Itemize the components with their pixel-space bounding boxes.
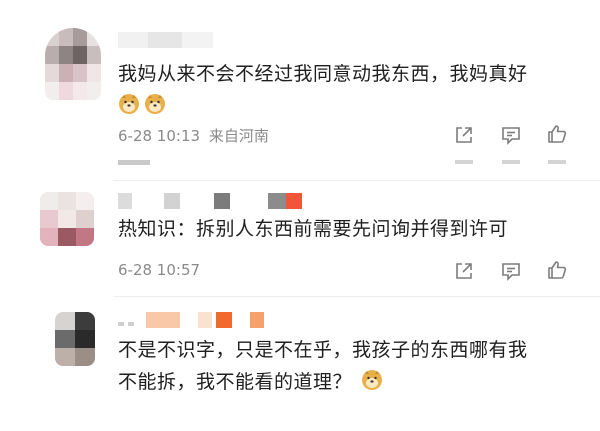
comment-location: 来自河南: [208, 127, 269, 145]
comment-meta: 6-28 10:13 来自河南: [118, 125, 269, 146]
username[interactable]: [118, 312, 278, 328]
avatar[interactable]: [40, 192, 94, 246]
doge-emoji: [118, 93, 140, 115]
comment-icon[interactable]: [500, 260, 522, 282]
comment-icon[interactable]: [500, 124, 522, 146]
username[interactable]: [118, 32, 213, 48]
comment-1: 我妈从来不会不经过我同意动我东西，我妈真好 6-28 10:13 来自河南: [0, 0, 600, 165]
share-icon[interactable]: [453, 260, 475, 282]
doge-emoji: [361, 369, 383, 391]
divider: [113, 180, 600, 181]
comment-text-line: 热知识：拆别人东西前需要先问询并得到许可: [118, 218, 509, 240]
comment-time: 6-28 10:57: [118, 261, 201, 279]
doge-emoji: [144, 93, 166, 115]
share-icon[interactable]: [453, 124, 475, 146]
comment-text-line: 我妈从来不会不经过我同意动我东西，我妈真好: [118, 63, 528, 85]
comment-3: 不是不识字，只是不在乎，我孩子的东西哪有我 不能拆，我不能看的道理？: [0, 290, 600, 431]
comment-text: 热知识：拆别人东西前需要先问询并得到许可: [118, 213, 508, 245]
divider: [113, 296, 600, 297]
like-icon[interactable]: [546, 259, 568, 281]
avatar[interactable]: [55, 312, 95, 366]
comment-text-line: 不是不识字，只是不在乎，我孩子的东西哪有我: [118, 339, 528, 361]
sub-row-fragment: [548, 160, 566, 164]
comment-text: 我妈从来不会不经过我同意动我东西，我妈真好: [118, 58, 528, 122]
comment-text: 不是不识字，只是不在乎，我孩子的东西哪有我 不能拆，我不能看的道理？: [118, 334, 528, 398]
username[interactable]: [118, 193, 308, 209]
comment-time: 6-28 10:13: [118, 127, 201, 145]
sub-row-fragment: [502, 160, 520, 164]
comment-text-line: 不能拆，我不能看的道理？: [118, 371, 353, 393]
avatar[interactable]: [45, 28, 101, 100]
like-icon[interactable]: [546, 123, 568, 145]
comment-meta: 6-28 10:57: [118, 261, 200, 279]
comment-2: 热知识：拆别人东西前需要先问询并得到许可 6-28 10:57: [0, 165, 600, 290]
sub-row-fragment: [455, 160, 473, 164]
